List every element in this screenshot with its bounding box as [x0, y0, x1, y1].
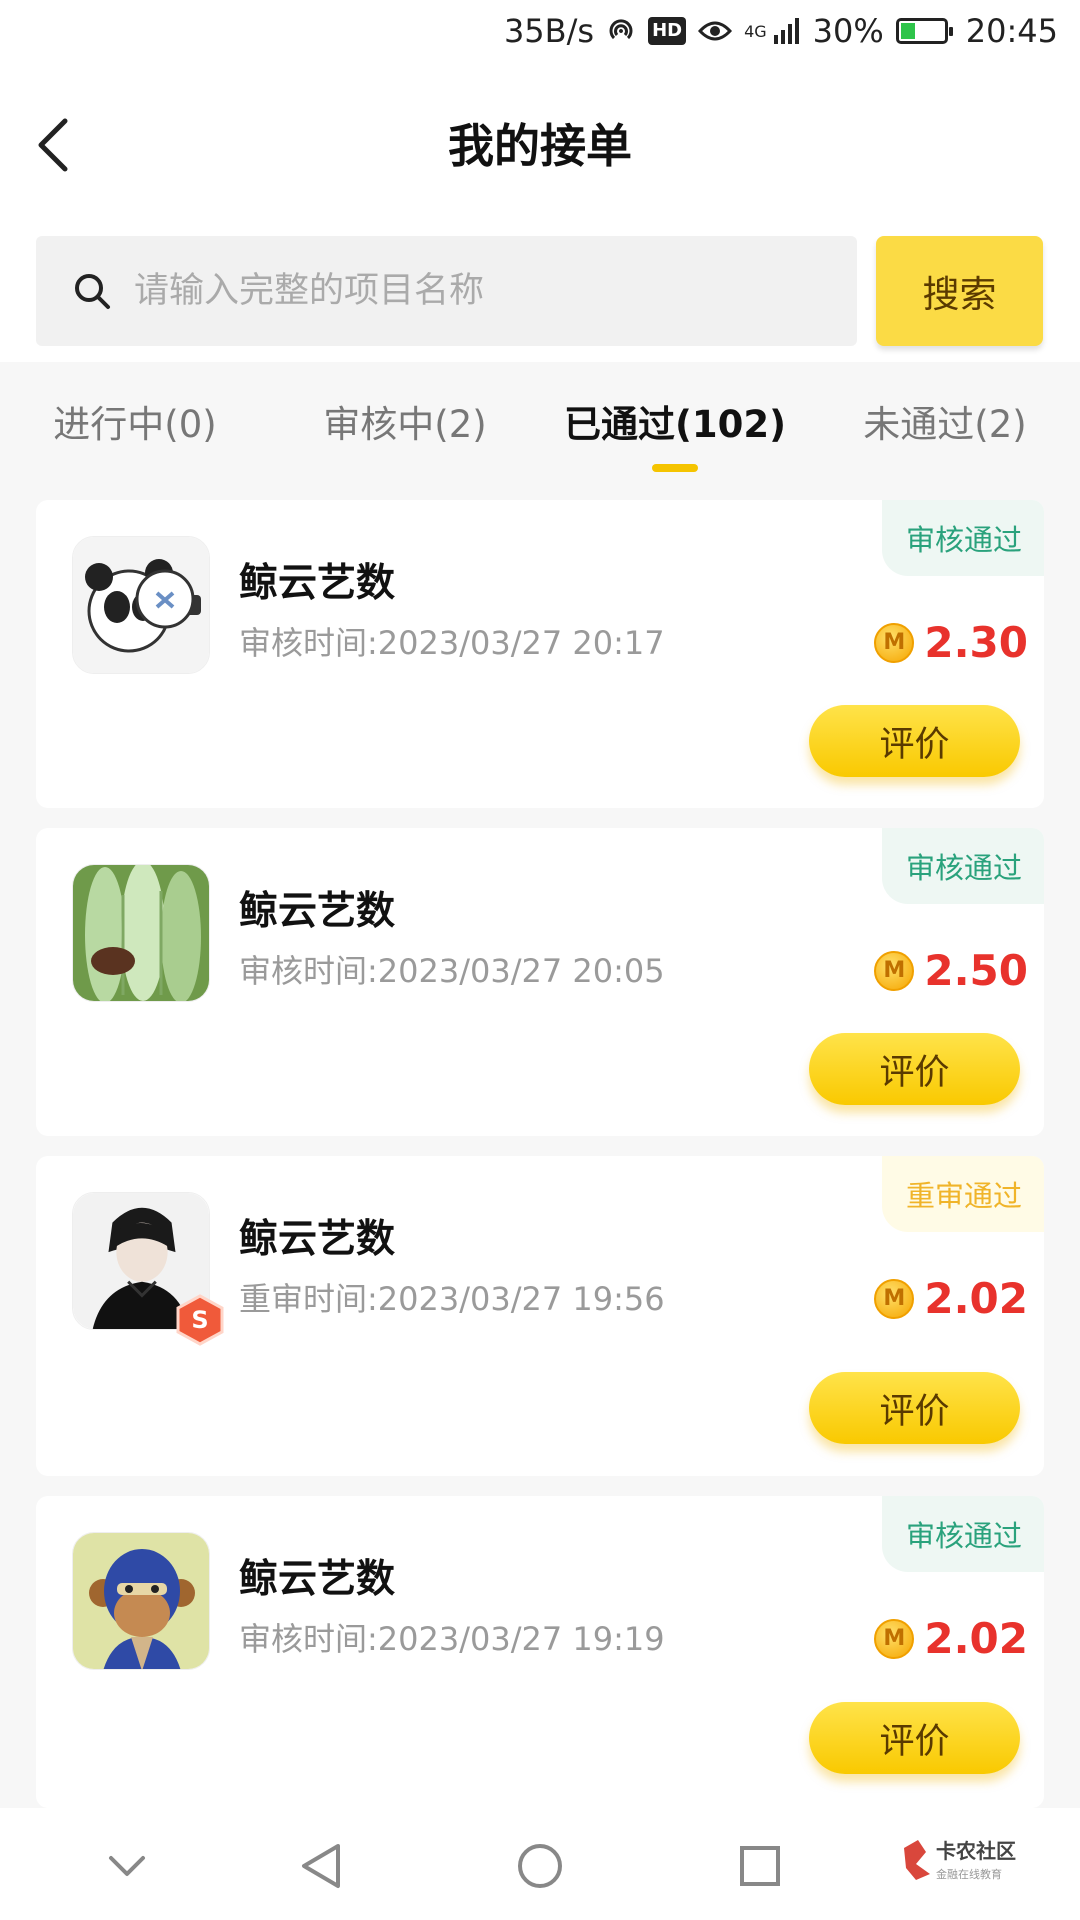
- status-badge: 审核通过: [881, 828, 1044, 904]
- project-name: 鲸云艺数: [239, 1557, 396, 1602]
- reward-amount: 2.30: [924, 618, 1028, 667]
- recheck-time: 重审时间:2023/03/27 19:56: [239, 1280, 665, 1318]
- project-name: 鲸云艺数: [239, 889, 396, 934]
- hotspot-icon: [606, 16, 636, 46]
- coin-icon: M: [874, 622, 915, 663]
- s-rank-badge-icon: S: [176, 1294, 224, 1346]
- active-tab-indicator: [652, 464, 698, 472]
- search-icon: [75, 274, 110, 309]
- reward-amount: 2.02: [924, 1614, 1028, 1663]
- review-time: 审核时间:2023/03/27 20:17: [239, 624, 665, 662]
- svg-text:S: S: [191, 1306, 208, 1334]
- project-name: 鲸云艺数: [239, 1217, 396, 1262]
- watermark-logo: 卡农社区 金融在线教育: [900, 1830, 1030, 1890]
- nav-home-button[interactable]: [510, 1836, 570, 1896]
- battery-icon: [895, 18, 953, 44]
- review-time: 审核时间:2023/03/27 19:19: [239, 1620, 665, 1658]
- status-badge: 重审通过: [881, 1156, 1044, 1232]
- project-avatar: [72, 536, 210, 674]
- reward: M 2.02: [874, 1274, 1028, 1323]
- nav-back-button[interactable]: [290, 1836, 350, 1896]
- status-badge: 审核通过: [881, 1496, 1044, 1572]
- square-recents-icon: [740, 1846, 780, 1886]
- search-bar: 搜索: [0, 220, 1080, 362]
- tab-failed[interactable]: 未通过(2): [810, 362, 1080, 480]
- order-card[interactable]: 鲸云艺数 审核时间:2023/03/27 19:19 审核通过 M 2.02 评…: [36, 1496, 1044, 1808]
- rate-button[interactable]: 评价: [809, 1702, 1020, 1774]
- eye-icon: [698, 19, 733, 43]
- chevron-down-icon: [109, 1856, 145, 1876]
- clock: 20:45: [965, 12, 1058, 50]
- review-time: 审核时间:2023/03/27 20:05: [239, 952, 665, 990]
- project-name: 鲸云艺数: [239, 561, 396, 606]
- rate-button[interactable]: 评价: [809, 1372, 1020, 1444]
- project-avatar: S: [72, 1192, 224, 1346]
- status-badge: 审核通过: [881, 500, 1044, 576]
- system-nav-bar: 卡农社区 金融在线教育: [0, 1808, 1080, 1920]
- network-speed: 35B/s: [503, 12, 595, 50]
- page-title: 我的接单: [448, 119, 632, 173]
- order-card[interactable]: 鲸云艺数 审核时间:2023/03/27 20:05 审核通过 M 2.50 评…: [36, 828, 1044, 1136]
- battery-percent: 30%: [812, 12, 884, 50]
- search-box: [36, 236, 857, 346]
- rate-button[interactable]: 评价: [809, 1033, 1020, 1105]
- project-avatar: [72, 864, 210, 1002]
- tab-reviewing[interactable]: 审核中(2): [270, 362, 540, 480]
- svg-text:金融在线教育: 金融在线教育: [936, 1867, 1002, 1881]
- hd-badge: HD: [648, 17, 687, 45]
- reward: M 2.02: [874, 1614, 1028, 1663]
- tab-passed[interactable]: 已通过(102): [540, 362, 810, 480]
- svg-text:卡农社区: 卡农社区: [936, 1839, 1016, 1863]
- reward-amount: 2.02: [924, 1274, 1028, 1323]
- search-button[interactable]: 搜索: [876, 236, 1043, 346]
- coin-icon: M: [874, 1618, 915, 1659]
- hide-nav-button[interactable]: [97, 1836, 157, 1896]
- coin-icon: M: [874, 1278, 915, 1319]
- header: 我的接单: [0, 70, 1080, 220]
- search-input[interactable]: [134, 271, 834, 311]
- rate-button[interactable]: 评价: [809, 705, 1020, 777]
- signal-icon: [773, 17, 801, 45]
- circle-home-icon: [518, 1844, 562, 1888]
- nav-recents-button[interactable]: [730, 1836, 790, 1896]
- status-bar: 35B/s HD 4G 30% 20:45: [0, 0, 1080, 70]
- reward: M 2.50: [874, 946, 1028, 995]
- coin-icon: M: [874, 950, 915, 991]
- reward: M 2.30: [874, 618, 1028, 667]
- reward-amount: 2.50: [924, 946, 1028, 995]
- network-type: 4G: [744, 21, 767, 41]
- order-card[interactable]: S 鲸云艺数 重审时间:2023/03/27 19:56 重审通过 M 2.02…: [36, 1156, 1044, 1476]
- project-avatar: [72, 1532, 210, 1670]
- tab-in-progress[interactable]: 进行中(0): [0, 362, 270, 480]
- status-tabs: 进行中(0) 审核中(2) 已通过(102) 未通过(2): [0, 362, 1080, 480]
- triangle-back-icon: [302, 1844, 340, 1888]
- order-card[interactable]: 鲸云艺数 审核时间:2023/03/27 20:17 审核通过 M 2.30 评…: [36, 500, 1044, 808]
